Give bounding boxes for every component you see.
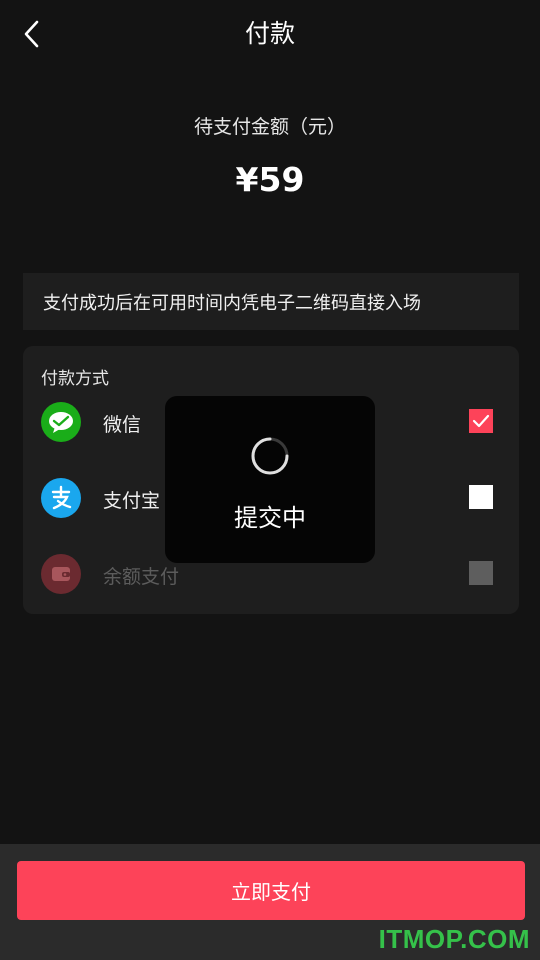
method-label-alipay: 支付宝 — [103, 490, 161, 512]
loading-text: 提交中 — [234, 504, 306, 532]
loading-toast: 提交中 — [165, 396, 375, 563]
method-label-balance: 余额支付 — [103, 566, 180, 588]
alipay-icon — [41, 478, 81, 518]
header-bar: 付款 — [0, 0, 540, 66]
amount-label: 待支付金额（元） — [193, 116, 346, 138]
balance-checkbox — [469, 561, 493, 585]
alipay-checkbox[interactable] — [469, 485, 493, 509]
notice-text: 支付成功后在可用时间内凭电子二维码直接入场 — [43, 292, 421, 314]
wallet-icon — [41, 554, 81, 594]
entry-notice: 支付成功后在可用时间内凭电子二维码直接入场 — [23, 273, 519, 330]
wechat-icon — [41, 402, 81, 442]
check-icon — [472, 414, 490, 428]
method-label-wechat: 微信 — [103, 414, 142, 436]
bottom-bar: 立即支付 ITMOP.COM — [0, 844, 540, 960]
wechat-checkbox[interactable] — [469, 409, 493, 433]
payment-methods-title: 付款方式 — [41, 369, 109, 389]
page-title: 付款 — [244, 19, 295, 48]
pay-now-button[interactable]: 立即支付 — [17, 861, 525, 920]
watermark: ITMOP.COM — [378, 924, 530, 954]
amount-value: ¥59 — [235, 160, 305, 199]
loading-spinner-icon — [251, 437, 289, 475]
